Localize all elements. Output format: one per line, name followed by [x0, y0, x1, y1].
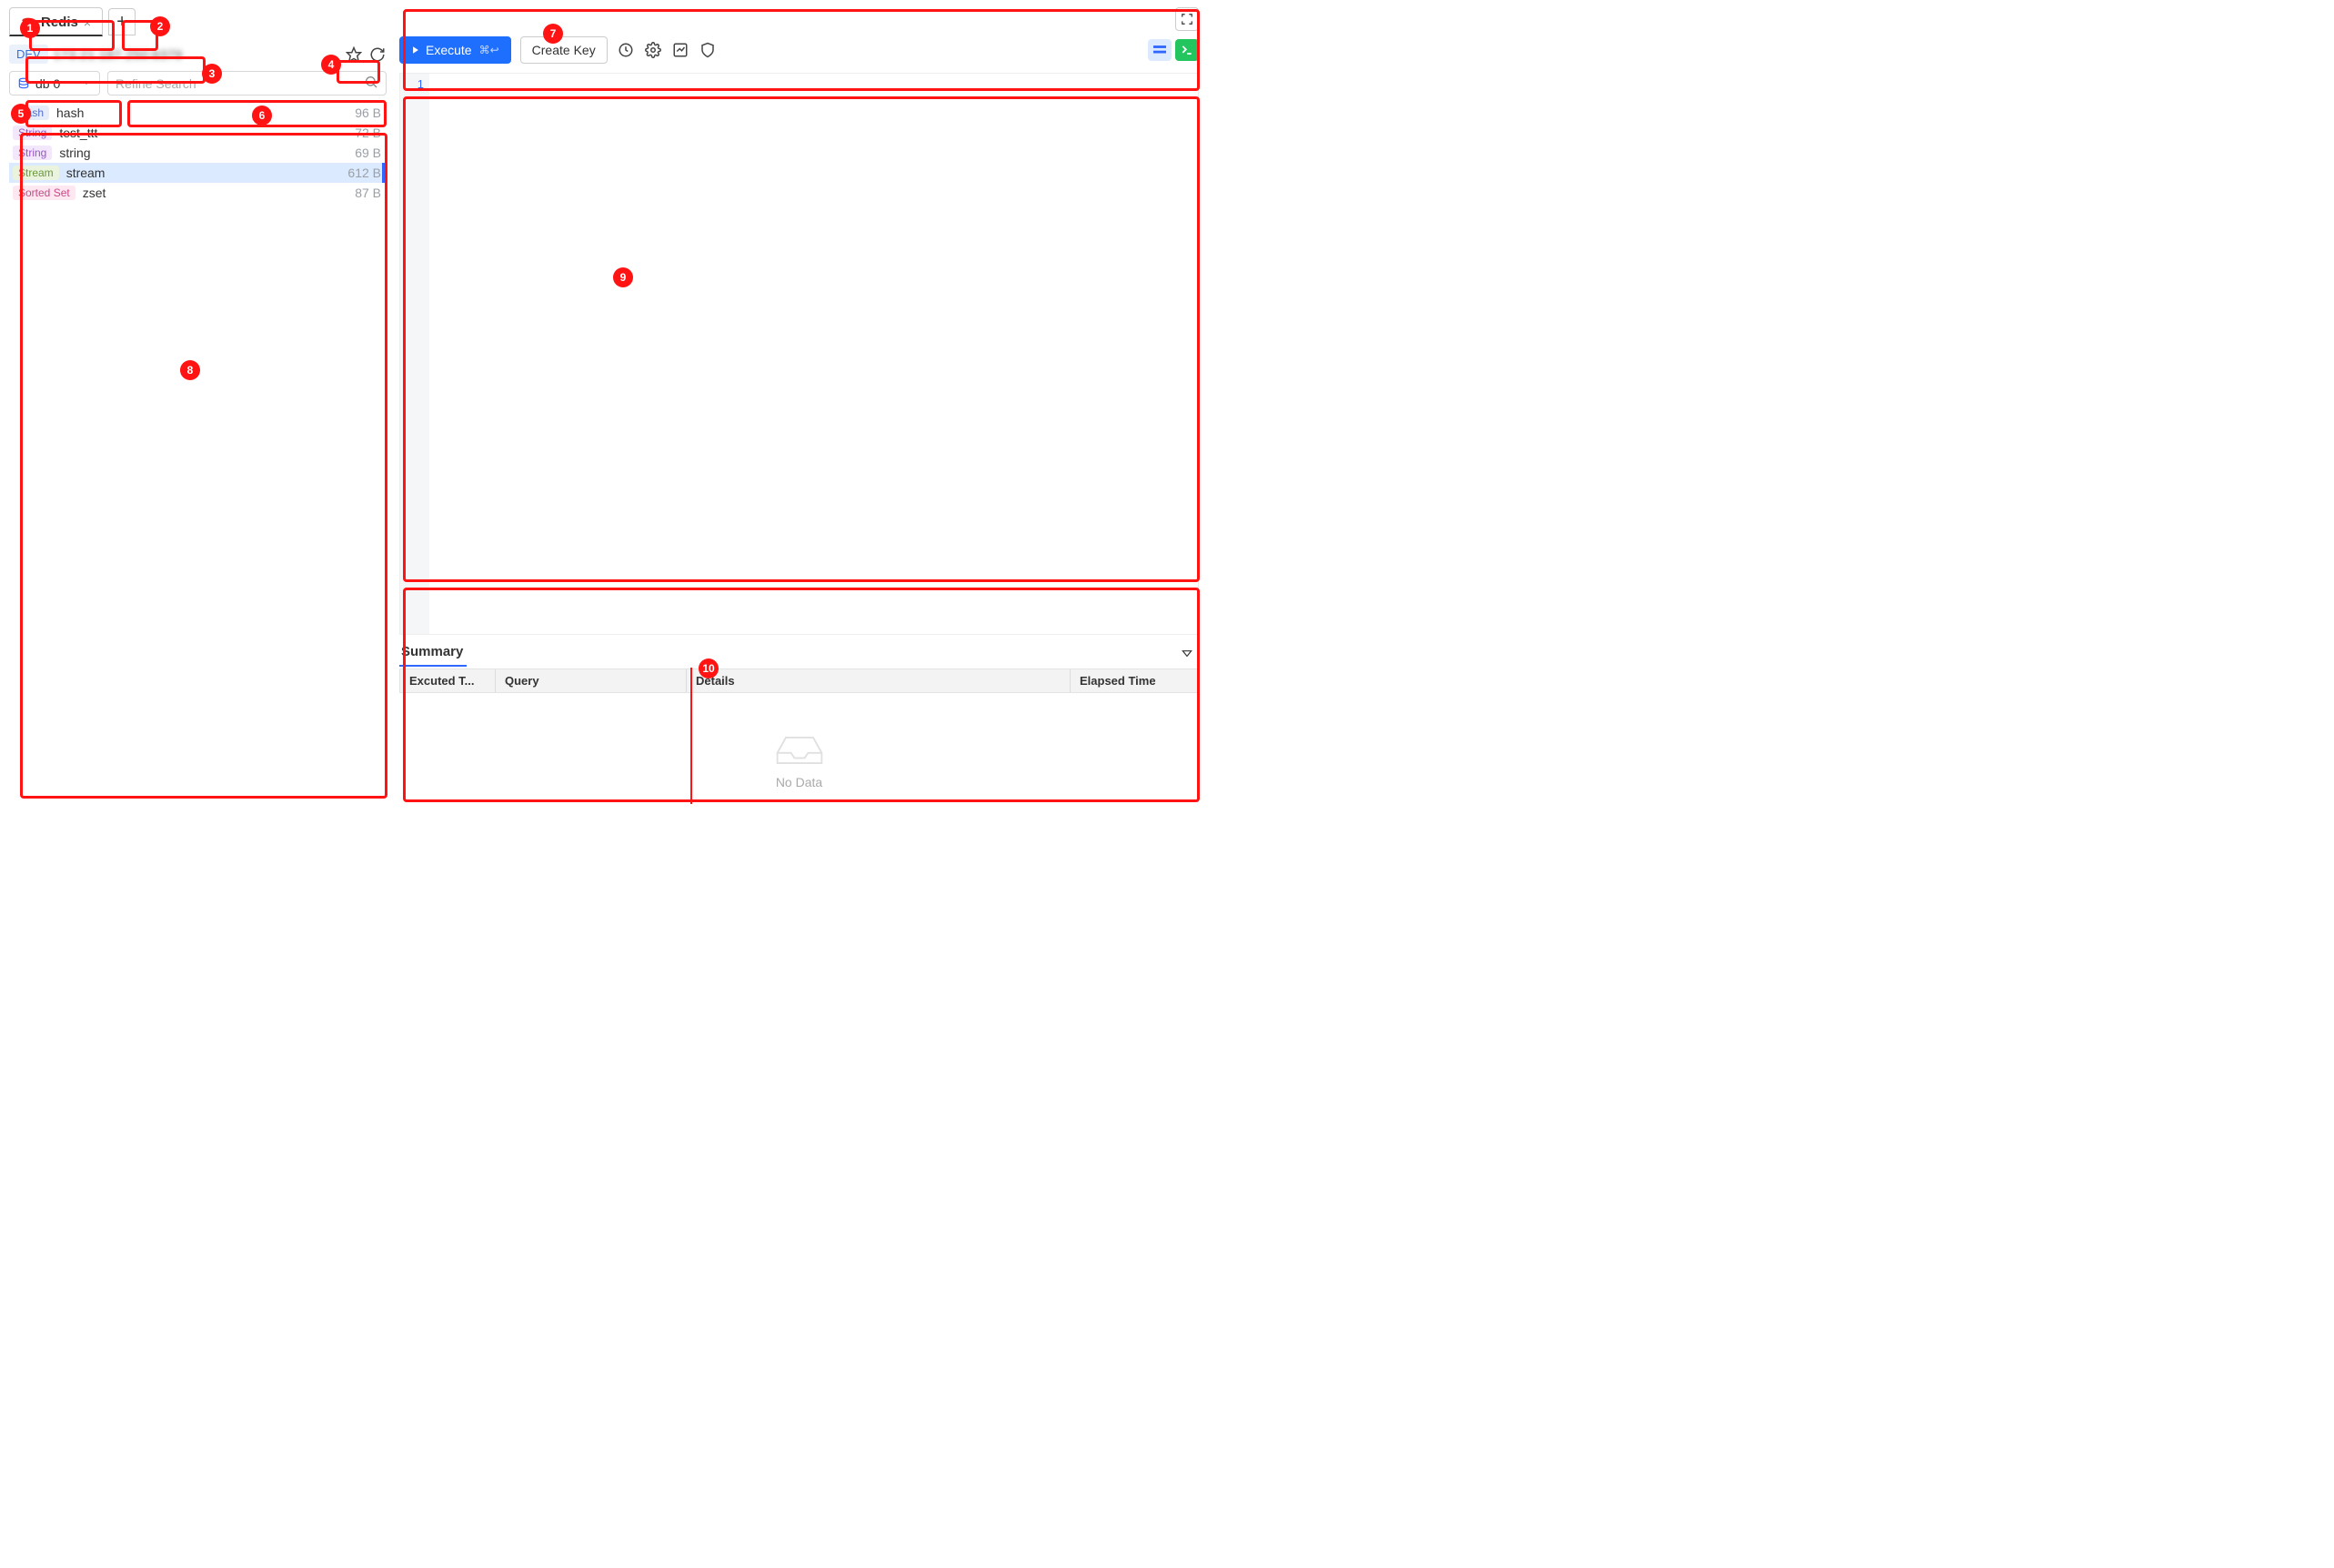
annotation-badge: 3: [202, 64, 222, 84]
play-icon: [411, 45, 420, 55]
connection-host: 173.21.187.250:6379: [54, 47, 339, 62]
star-icon[interactable]: [345, 45, 363, 64]
annotation-badge: 10: [699, 658, 719, 678]
annotation-badge: 6: [252, 106, 272, 126]
gear-icon[interactable]: [644, 41, 662, 59]
key-name: string: [59, 146, 347, 160]
refresh-icon[interactable]: [368, 45, 387, 64]
fullscreen-button[interactable]: [1175, 7, 1199, 31]
col-elapsed-time[interactable]: Elapsed Time: [1071, 669, 1198, 692]
summary-table-header: Excuted T... Query Details Elapsed Time: [399, 668, 1199, 693]
col-query[interactable]: Query: [496, 669, 687, 692]
mode-cli-toggle[interactable]: [1175, 39, 1199, 61]
annotation-badge: 4: [321, 55, 341, 75]
key-size: 96 B: [355, 106, 381, 120]
chart-icon[interactable]: [671, 41, 689, 59]
mode-ui-toggle[interactable]: [1148, 39, 1172, 61]
env-chip[interactable]: DEV: [9, 45, 48, 64]
search-input-wrap[interactable]: [107, 71, 387, 95]
annotation-badge: 7: [543, 24, 563, 44]
summary-title: Summary: [399, 644, 1199, 665]
no-data-text: No Data: [776, 775, 822, 789]
key-type-badge: String: [13, 126, 52, 140]
close-icon[interactable]: ×: [84, 15, 91, 30]
collapse-icon[interactable]: [1181, 647, 1193, 662]
key-row[interactable]: Hashhash96 B: [9, 103, 387, 123]
col-details[interactable]: Details: [687, 669, 1071, 692]
db-label: db 0: [35, 76, 60, 91]
key-row[interactable]: String test_ttt 72 B: [9, 123, 387, 143]
key-type-badge: Stream: [13, 166, 59, 180]
key-size: 72 B: [355, 126, 381, 140]
key-row[interactable]: Stream stream 612 B: [9, 163, 387, 183]
create-key-button[interactable]: Create Key: [520, 36, 608, 64]
key-name: zset: [83, 186, 347, 200]
key-name: test_ttt: [59, 126, 347, 140]
editor-gutter: 1: [400, 74, 429, 634]
key-row[interactable]: Sorted Set zset 87 B: [9, 183, 387, 203]
annotation-badge: 5: [11, 104, 31, 124]
execute-button[interactable]: Execute ⌘↩: [399, 36, 511, 64]
annotation-badge: 2: [150, 16, 170, 36]
key-type-badge: String: [13, 146, 52, 160]
annotation-badge: 8: [180, 360, 200, 380]
summary-panel: Summary Excuted T... Query Details Elaps…: [399, 644, 1199, 804]
db-selector[interactable]: db 0: [9, 71, 100, 95]
chevron-down-icon: [81, 76, 92, 91]
key-name: stream: [66, 166, 341, 180]
search-icon[interactable]: [364, 75, 378, 92]
tab-label: Redis: [41, 15, 78, 30]
query-editor[interactable]: 1: [399, 73, 1199, 635]
search-input[interactable]: [116, 76, 364, 91]
annotation-badge: 9: [613, 267, 633, 287]
key-type-badge: Sorted Set: [13, 186, 75, 200]
key-size: 69 B: [355, 146, 381, 160]
key-name: hash: [56, 106, 347, 120]
key-size: 612 B: [347, 166, 381, 180]
key-size: 87 B: [355, 186, 381, 200]
database-icon: [17, 77, 30, 90]
keys-list: Hashhash96 BStringtest_ttt72 BStringstri…: [9, 103, 387, 804]
key-row[interactable]: String string 69 B: [9, 143, 387, 163]
shield-icon[interactable]: [699, 41, 717, 59]
history-icon[interactable]: [617, 41, 635, 59]
add-tab-button[interactable]: +: [108, 8, 136, 35]
inbox-icon: [772, 731, 827, 768]
col-executed-time[interactable]: Excuted T...: [400, 669, 496, 692]
annotation-badge: 1: [20, 18, 40, 38]
